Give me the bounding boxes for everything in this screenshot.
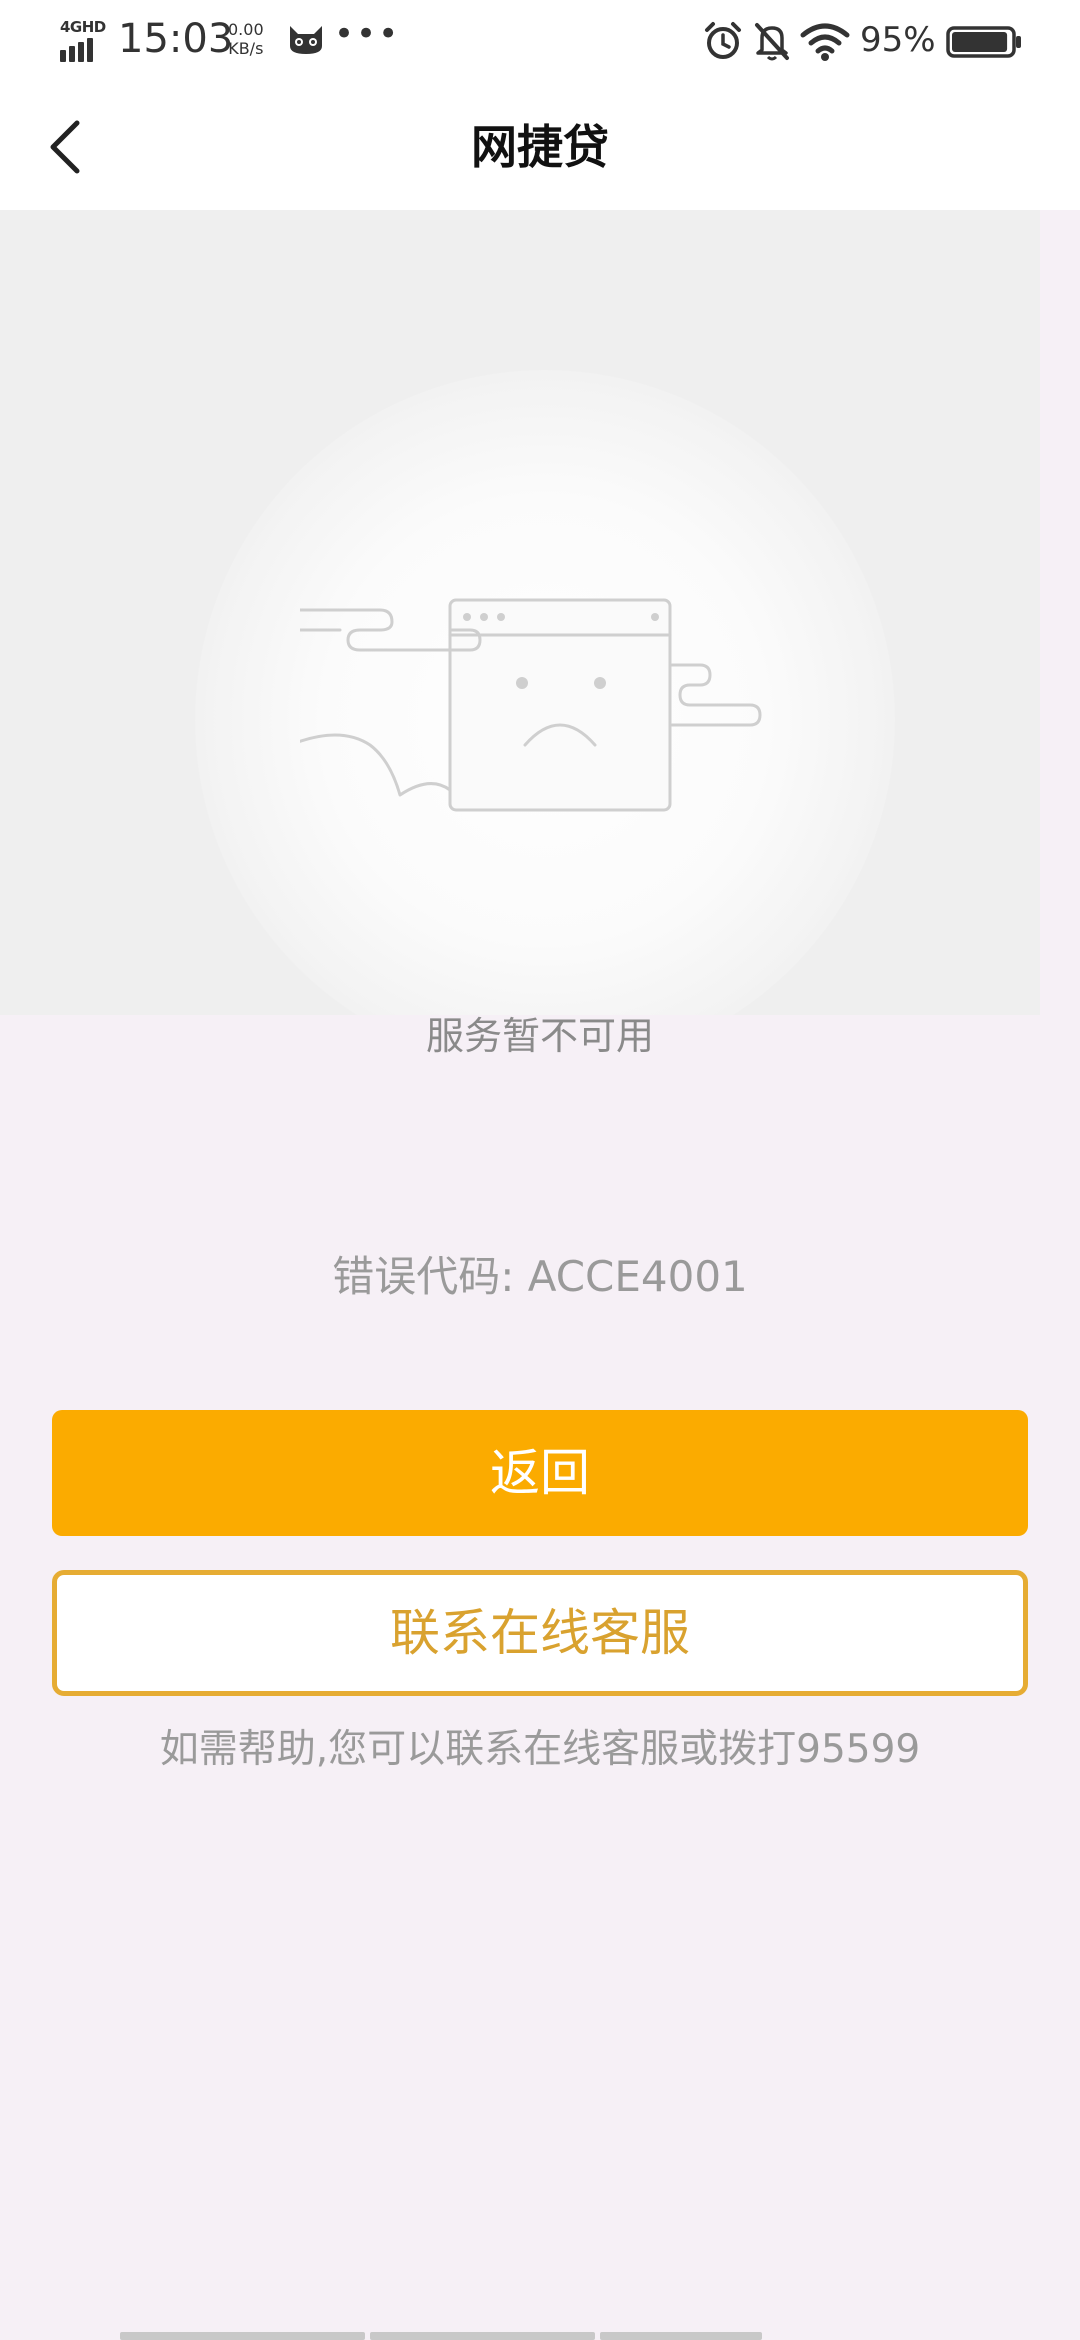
battery-percent: 95% xyxy=(860,20,936,60)
cat-app-icon xyxy=(290,26,322,54)
more-notifications-icon: ••• xyxy=(334,14,401,54)
wifi-icon xyxy=(800,23,850,61)
status-time: 15:03 xyxy=(118,16,234,62)
contact-service-button[interactable]: 联系在线客服 xyxy=(52,1570,1028,1696)
return-button[interactable]: 返回 xyxy=(52,1410,1028,1536)
network-type: 4GHD xyxy=(60,18,106,36)
bottom-tab-segment xyxy=(120,2332,365,2340)
nav-bar: 网捷贷 xyxy=(0,84,1080,210)
network-speed: 0.00 KB/s xyxy=(228,20,264,58)
bottom-tab-segment xyxy=(600,2332,762,2340)
signal-icon: 4GHD xyxy=(60,18,106,62)
bottom-tab-segment xyxy=(370,2332,595,2340)
bell-mute-icon xyxy=(755,23,789,61)
help-text: 如需帮助,您可以联系在线客服或拨打95599 xyxy=(159,1727,921,1772)
error-illustration xyxy=(0,210,1040,1015)
back-button[interactable] xyxy=(40,114,90,180)
page-title: 网捷贷 xyxy=(471,120,609,174)
network-speed-unit: KB/s xyxy=(228,39,264,58)
status-bar: 4GHD 15:03 0.00 KB/s ••• 95% xyxy=(0,0,1080,84)
network-speed-value: 0.00 xyxy=(228,20,264,39)
error-code: 错误代码: ACCE4001 xyxy=(332,1252,748,1301)
battery-icon xyxy=(946,26,1021,58)
error-message: 服务暂不可用 xyxy=(425,1014,654,1058)
alarm-icon xyxy=(705,22,741,59)
bottom-tab-bar xyxy=(120,2332,960,2340)
broken-window-sad-face-icon xyxy=(300,598,762,812)
chevron-left-icon xyxy=(50,120,80,174)
